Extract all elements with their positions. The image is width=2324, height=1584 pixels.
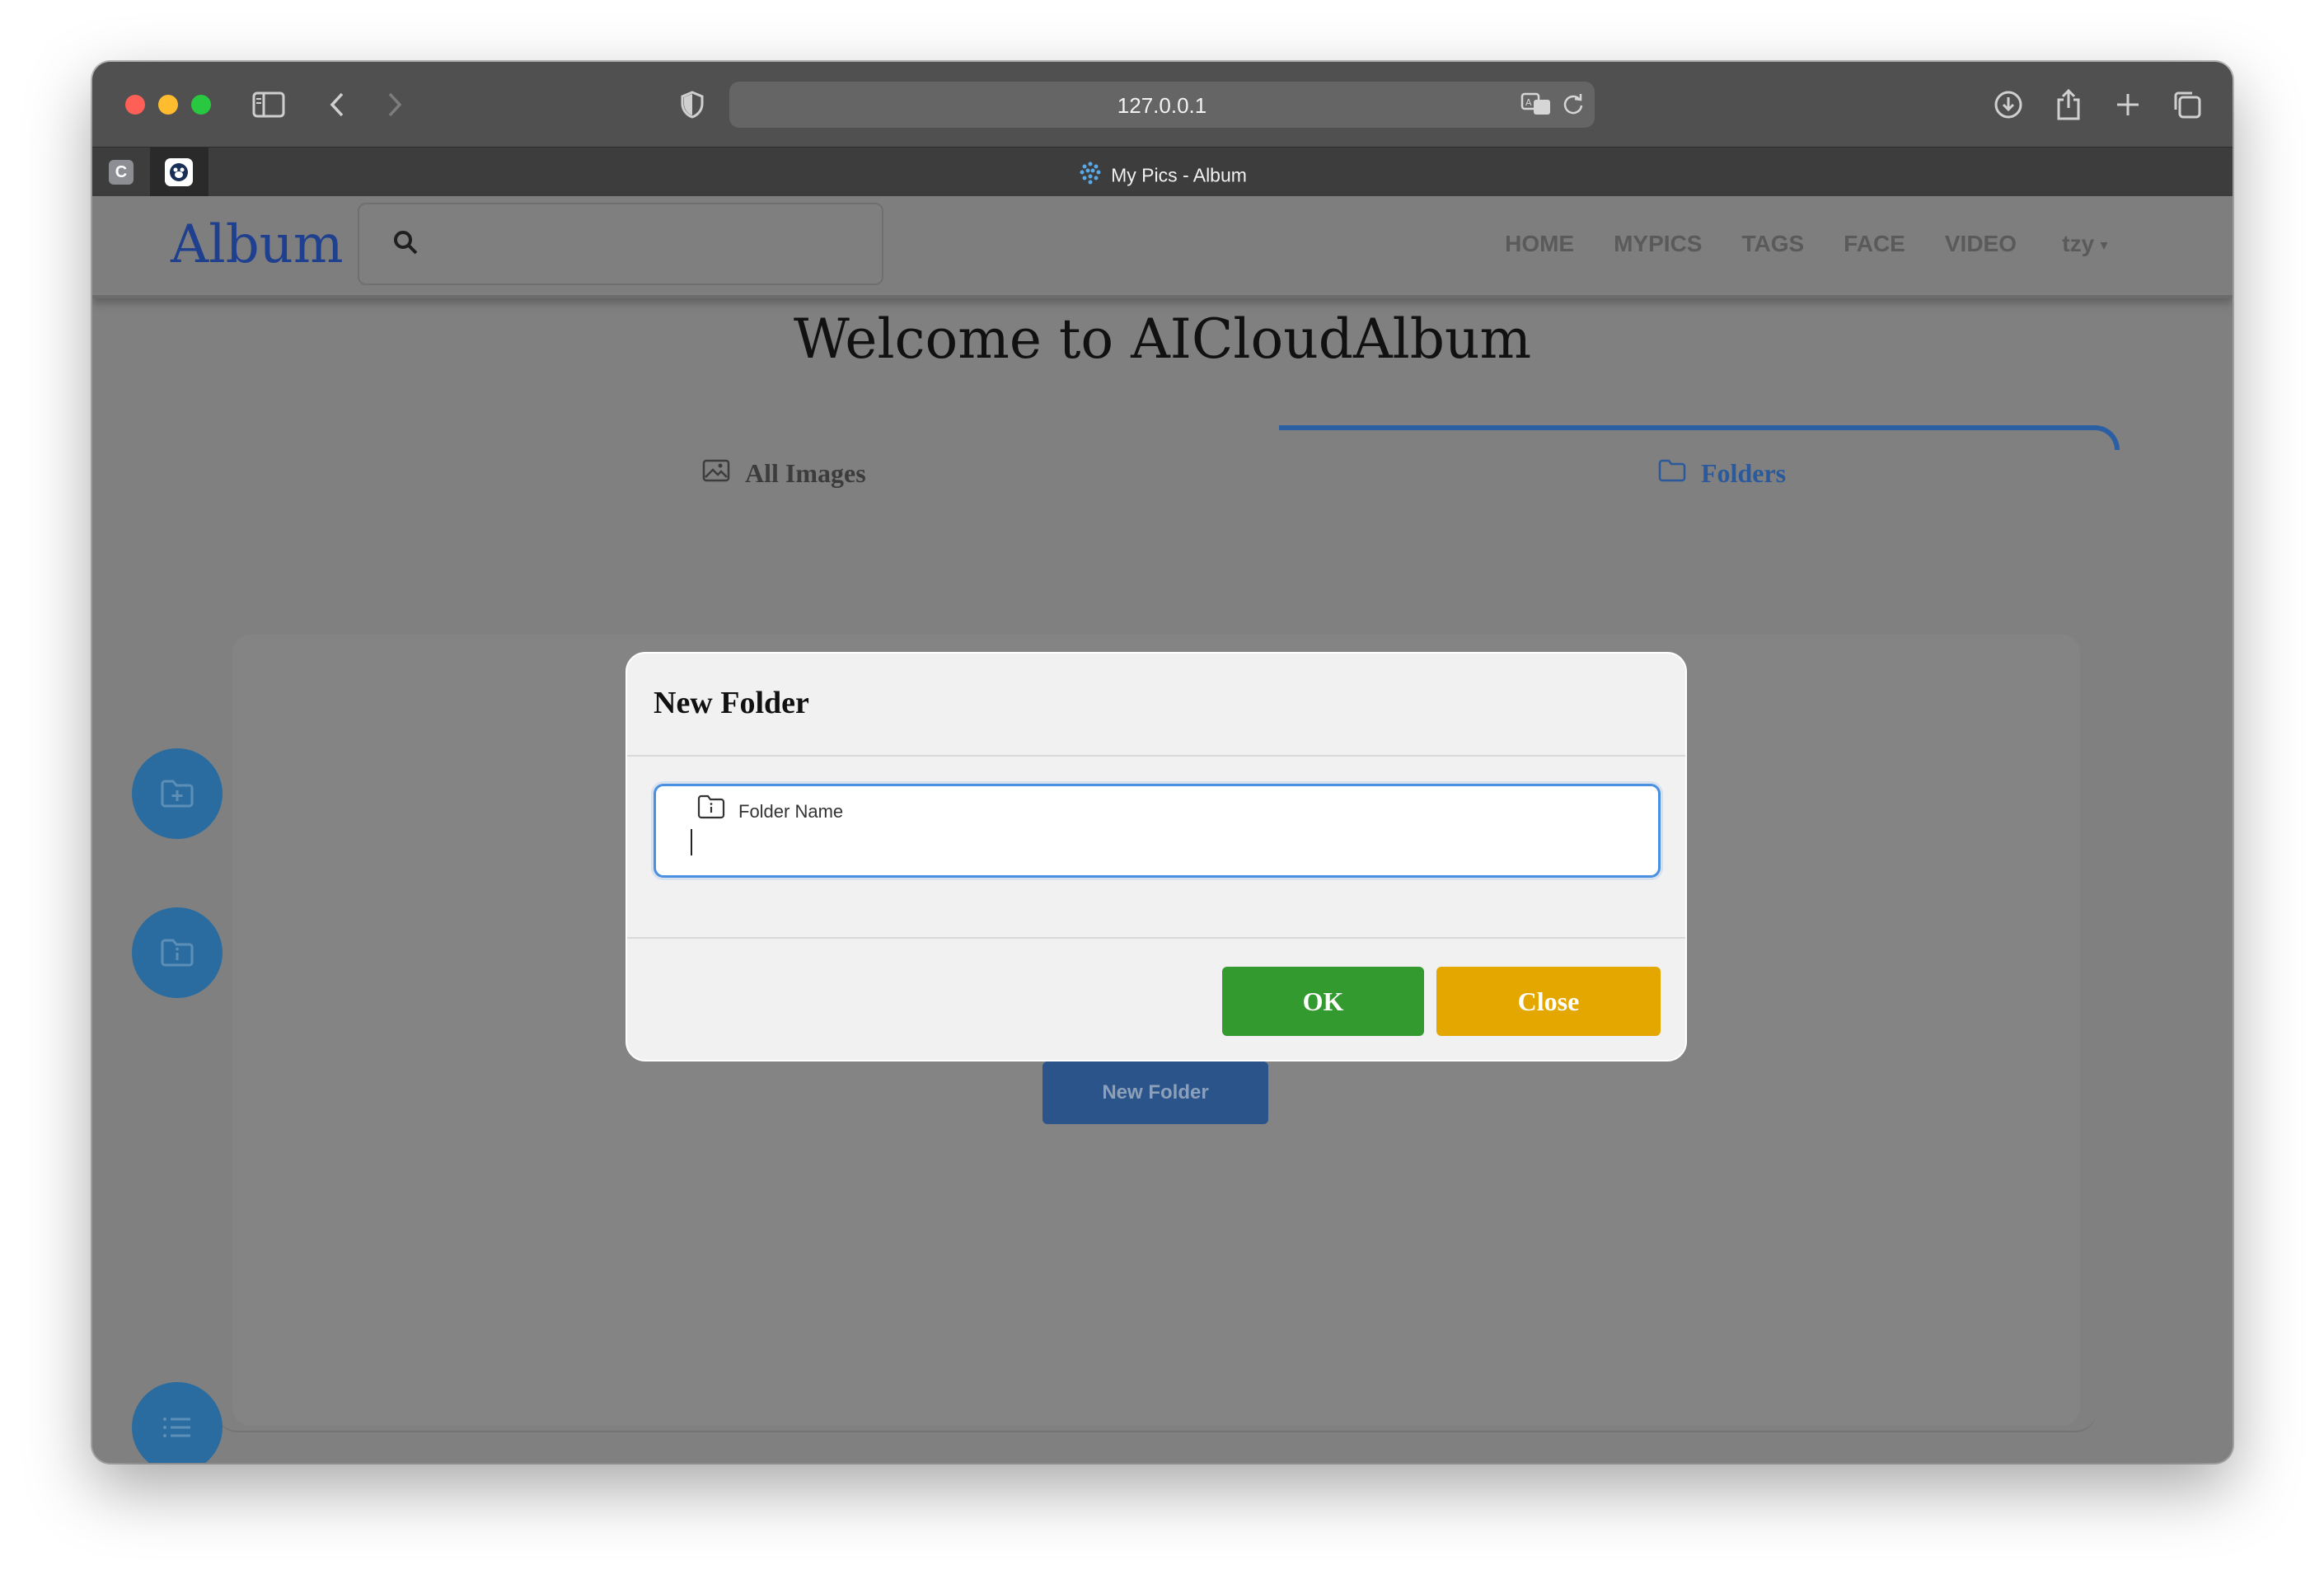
zoom-window-button[interactable] [191, 95, 211, 115]
privacy-shield-icon[interactable] [674, 87, 710, 123]
new-folder-button[interactable]: New Folder [1043, 1061, 1268, 1124]
nav-mypics[interactable]: MYPICS [1614, 231, 1702, 257]
favicon-icon [1078, 161, 1103, 190]
nav-home[interactable]: HOME [1505, 231, 1574, 257]
url-text: 127.0.0.1 [1117, 93, 1207, 118]
folder-info-fab[interactable] [132, 907, 223, 998]
new-folder-dialog: New Folder Folder Name OK Close [626, 652, 1687, 1061]
nav-links: HOME MYPICS TAGS FACE VIDEO [1505, 231, 2017, 257]
share-icon[interactable] [2050, 87, 2087, 123]
folder-name-field[interactable]: Folder Name [654, 784, 1661, 878]
dialog-header-divider [627, 755, 1685, 757]
tab-bar: C My Pics - Album [92, 147, 2233, 197]
new-tab-icon[interactable] [2110, 87, 2146, 123]
close-button[interactable]: Close [1436, 967, 1661, 1036]
caret-down-icon: ▾ [2100, 238, 2107, 253]
tab-folders[interactable]: Folders [1658, 458, 1786, 489]
tab-overview-icon[interactable] [2169, 87, 2205, 123]
translate-icon[interactable]: A [1520, 91, 1552, 120]
menu-fab[interactable] [132, 1382, 223, 1463]
tab-folders-label: Folders [1701, 458, 1787, 488]
close-window-button[interactable] [125, 95, 145, 115]
ok-button[interactable]: OK [1222, 967, 1424, 1036]
folder-plus-icon [161, 780, 194, 808]
view-tabs: All Images Folders [216, 425, 2120, 524]
sidebar-toggle-icon[interactable] [251, 87, 287, 123]
search-input[interactable] [358, 203, 883, 285]
downloads-icon[interactable] [1990, 87, 2026, 123]
user-menu[interactable]: tzy ▾ [2062, 231, 2107, 257]
brand-logo[interactable]: Album [171, 214, 344, 275]
address-bar[interactable]: 127.0.0.1 A [729, 82, 1595, 128]
forward-icon[interactable] [377, 87, 413, 123]
image-icon [702, 458, 730, 489]
nav-tags[interactable]: TAGS [1741, 231, 1804, 257]
nav-face[interactable]: FACE [1844, 231, 1905, 257]
folder-info-icon [161, 939, 194, 967]
add-folder-fab[interactable] [132, 748, 223, 839]
welcome-heading: Welcome to AICloudAlbum [793, 307, 1532, 371]
folder-name-label: Folder Name [738, 801, 844, 822]
dialog-footer-divider [627, 937, 1685, 939]
reload-icon[interactable] [1562, 92, 1585, 120]
browser-window: 127.0.0.1 A C My Pics - Album Album HOME… [92, 62, 2233, 1463]
list-icon [163, 1418, 190, 1437]
search-icon [392, 229, 419, 260]
minimize-window-button[interactable] [158, 95, 178, 115]
active-tab[interactable]: My Pics - Album [92, 161, 2233, 190]
nav-video[interactable]: VIDEO [1945, 231, 2017, 257]
back-icon[interactable] [319, 87, 355, 123]
page: Album HOME MYPICS TAGS FACE VIDEO tzy ▾ … [92, 196, 2233, 1463]
site-navbar: Album HOME MYPICS TAGS FACE VIDEO tzy ▾ [92, 196, 2233, 298]
browser-toolbar: 127.0.0.1 A [92, 62, 2233, 147]
folder-icon [1658, 458, 1686, 489]
folder-info-icon [697, 794, 725, 823]
svg-text:A: A [1525, 97, 1532, 108]
user-name: tzy [2062, 231, 2095, 256]
active-tab-title: My Pics - Album [1111, 164, 1247, 186]
tab-all-images-label: All Images [745, 458, 866, 488]
tab-all-images[interactable]: All Images [702, 458, 866, 489]
active-tab-indicator [1279, 425, 2120, 450]
dialog-title: New Folder [654, 686, 809, 720]
text-caret [691, 829, 692, 855]
